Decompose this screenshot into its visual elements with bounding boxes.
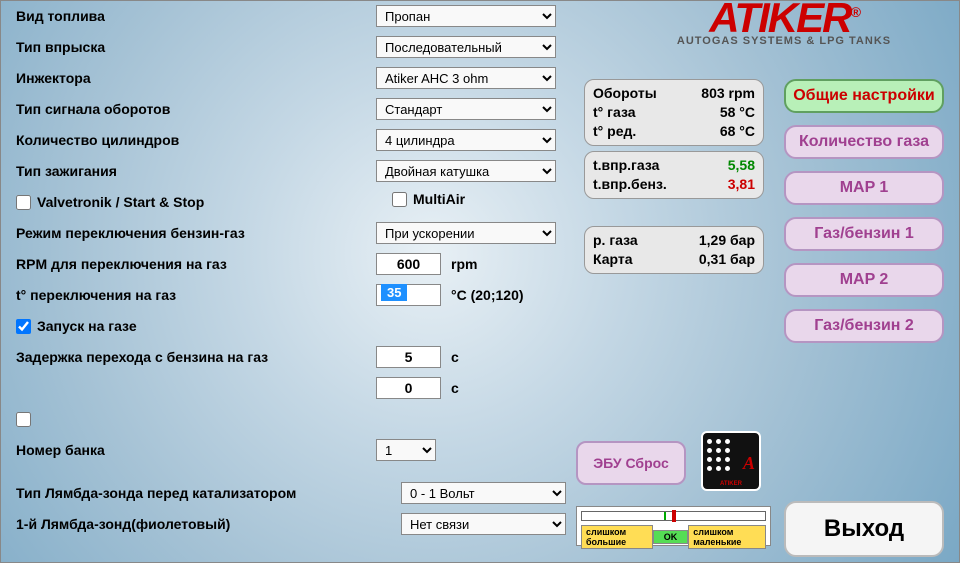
label-rpm-switch: RPM для переключения на газ [16, 256, 376, 272]
input-t-switch[interactable]: 35 [376, 284, 441, 306]
settings-form: Вид топлива Пропан Тип впрыска Последова… [16, 1, 576, 540]
checkbox-valvetronik[interactable]: Valvetronik / Start & Stop [16, 194, 204, 210]
select-cyl-count[interactable]: 4 цилиндра [376, 129, 556, 151]
gauge-too-small: слишком маленькие [688, 525, 766, 549]
input-rpm-switch[interactable] [376, 253, 441, 275]
select-lambda-type[interactable]: 0 - 1 Вольт [401, 482, 566, 504]
nav-gb1[interactable]: Газ/бензин 1 [784, 217, 944, 251]
label-delay-pg: Задержка перехода с бензина на газ [16, 349, 376, 365]
nav-map1[interactable]: MAP 1 [784, 171, 944, 205]
checkbox-start-on-gas[interactable]: Запуск на газе [16, 318, 137, 334]
label-lambda-type: Тип Лямбда-зонда перед катализатором [16, 485, 401, 501]
brand-tagline: AUTOGAS SYSTEMS & LPG TANKS [634, 35, 934, 47]
select-inj-type[interactable]: Последовательный [376, 36, 556, 58]
input-delay1[interactable] [376, 346, 441, 368]
unit-rpm: rpm [451, 256, 477, 272]
label-bank-no: Номер банка [16, 442, 376, 458]
label-ign-type: Тип зажигания [16, 163, 376, 179]
select-fuel-type[interactable]: Пропан [376, 5, 556, 27]
nozzle-gauge: слишком большие OK слишком маленькие [576, 506, 771, 546]
label-lambda1: 1-й Лямбда-зонд(фиолетовый) [16, 516, 401, 532]
select-bank-no[interactable]: 1 [376, 439, 436, 461]
checkbox-unnamed[interactable] [16, 412, 37, 427]
gauge-ok: OK [653, 530, 689, 544]
nav-gas-qty[interactable]: Количество газа [784, 125, 944, 159]
label-t-switch: t° переключения на газ [16, 287, 376, 303]
unit-sec2: с [451, 380, 459, 396]
label-inj-type: Тип впрыска [16, 39, 376, 55]
nav-general[interactable]: Общие настройки [784, 79, 944, 113]
label-rpm-signal: Тип сигнала оборотов [16, 101, 376, 117]
device-icon[interactable]: A ATIKER [701, 431, 761, 491]
select-injectors[interactable]: Atiker AHC 3 ohm [376, 67, 556, 89]
readout-pressures: р. газа1,29 бар Карта0,31 бар [584, 226, 764, 274]
label-cyl-count: Количество цилиндров [16, 132, 376, 148]
readout-inj-times: t.впр.газа5,58 t.впр.бенз.3,81 [584, 151, 764, 199]
select-lambda1[interactable]: Нет связи [401, 513, 566, 535]
checkbox-multiair[interactable]: MultiAir [392, 191, 592, 207]
label-injectors: Инжектора [16, 70, 376, 86]
readout-engine: Обороты803 rpm t° газа58 °C t° ред.68 °C [584, 79, 764, 146]
gauge-too-big: слишком большие [581, 525, 653, 549]
unit-t-range: °C (20;120) [451, 287, 524, 303]
ecu-reset-button[interactable]: ЭБУ Сброс [576, 441, 686, 485]
nav-gb2[interactable]: Газ/бензин 2 [784, 309, 944, 343]
input-delay2[interactable] [376, 377, 441, 399]
unit-sec1: с [451, 349, 459, 365]
label-switch-mode: Режим переключения бензин-газ [16, 225, 376, 241]
exit-button[interactable]: Выход [784, 501, 944, 557]
gauge-bar [581, 511, 766, 521]
select-switch-mode[interactable]: При ускорении [376, 222, 556, 244]
select-rpm-signal[interactable]: Стандарт [376, 98, 556, 120]
select-ign-type[interactable]: Двойная катушка [376, 160, 556, 182]
label-fuel-type: Вид топлива [16, 8, 376, 24]
nav-buttons: Общие настройки Количество газа MAP 1 Га… [784, 79, 944, 343]
nav-map2[interactable]: MAP 2 [784, 263, 944, 297]
brand-logo: ATIKER® [634, 1, 934, 35]
brand-header: ATIKER® AUTOGAS SYSTEMS & LPG TANKS [634, 1, 934, 47]
